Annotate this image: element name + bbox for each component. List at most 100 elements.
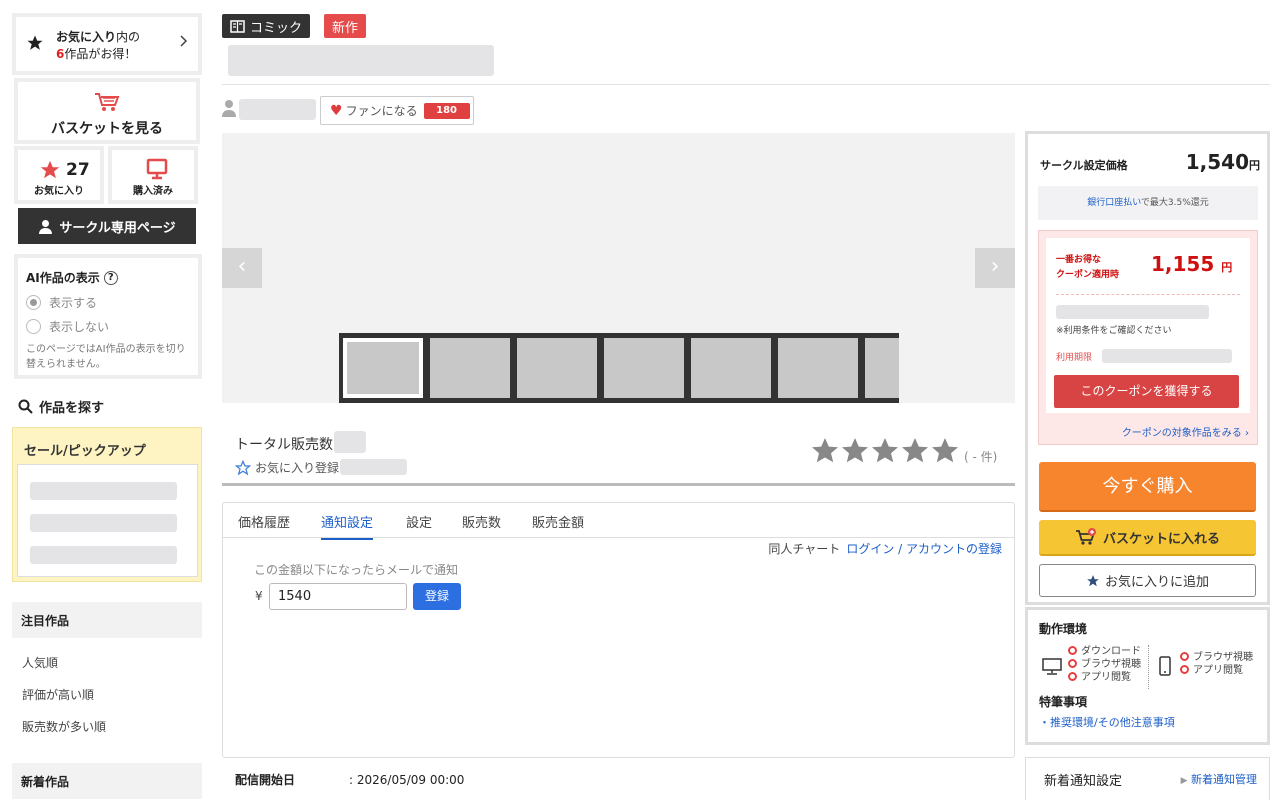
tab-bar: 価格履歴 通知設定 設定 販売数 販売金額 xyxy=(223,503,1014,540)
chevron-right-icon: › xyxy=(1245,428,1249,439)
radio-unselected-icon xyxy=(26,319,41,334)
category-tag-comic[interactable]: コミック xyxy=(222,14,311,38)
sale-item-placeholder[interactable] xyxy=(30,514,177,532)
circle-page-label: サークル専用ページ xyxy=(59,220,176,236)
new-notify-manage-label: 新着通知管理 xyxy=(1191,773,1257,786)
sort-popular-link[interactable]: 人気順 xyxy=(22,654,58,671)
search-works-heading[interactable]: 作品を探す xyxy=(18,397,104,416)
divider xyxy=(1056,294,1240,295)
fan-count-badge: 180 xyxy=(423,102,470,119)
tab-settings[interactable]: 設定 xyxy=(406,512,432,531)
gallery-next-button[interactable]: › xyxy=(975,248,1015,288)
env-item: アプリ閲覧 xyxy=(1068,671,1141,684)
divider xyxy=(1148,645,1149,689)
circle-check-icon xyxy=(1068,646,1077,655)
star-icon xyxy=(1087,574,1099,586)
new-notify-settings: 新着通知設定 ▶ 新着通知管理 xyxy=(1025,757,1270,800)
become-fan-button[interactable]: ♥ ファンになる 180 xyxy=(320,96,474,125)
new-notify-manage-link[interactable]: ▶ 新着通知管理 xyxy=(1181,771,1257,787)
special-notes-title: 特筆事項 xyxy=(1039,695,1088,709)
yen-unit: 円 xyxy=(1221,261,1233,274)
tab-price-history[interactable]: 価格履歴 xyxy=(238,512,290,531)
tab-sales-amount[interactable]: 販売金額 xyxy=(532,512,584,531)
new-badge: 新作 xyxy=(324,14,367,38)
radio-selected-icon xyxy=(26,295,41,310)
price-tracking-panel: 価格履歴 通知設定 設定 販売数 販売金額 同人チャート ログイン / アカウント… xyxy=(222,502,1015,758)
ai-hide-radio[interactable]: 表示しない xyxy=(26,318,109,335)
coupon-target-link[interactable]: クーポンの対象作品をみる › xyxy=(1122,424,1249,439)
coupon-expiry-label: 利用期限 xyxy=(1056,353,1093,363)
env-item-label: ブラウザ視聴 xyxy=(1081,659,1141,670)
smartphone-icon xyxy=(1159,656,1171,676)
view-basket-button[interactable]: バスケットを見る xyxy=(14,78,200,144)
bank-payment-note: 銀行口座払いで最大3.5%還元 xyxy=(1038,186,1258,220)
pc-environment-list: ダウンロード ブラウザ視聴 アプリ閲覧 xyxy=(1068,645,1141,684)
sale-item-placeholder[interactable] xyxy=(30,482,177,500)
monitor-icon xyxy=(146,158,168,180)
cart-add-icon xyxy=(1075,528,1096,545)
coupon-name-placeholder xyxy=(1056,305,1209,319)
sale-pickup-list xyxy=(17,464,198,577)
search-icon xyxy=(18,399,33,414)
login-register-link[interactable]: ログイン / アカウントの登録 xyxy=(846,542,1002,556)
add-to-basket-label: バスケットに入れる xyxy=(1102,531,1220,547)
tab-notify-settings[interactable]: 通知設定 xyxy=(321,512,374,540)
work-title-placeholder xyxy=(228,45,494,76)
get-coupon-button[interactable]: このクーポンを獲得する xyxy=(1054,375,1239,408)
register-button[interactable]: 登録 xyxy=(413,583,461,610)
rating-count: ( - 件) xyxy=(964,449,998,464)
doujin-chart-row: 同人チャート ログイン / アカウントの登録 xyxy=(768,540,1002,557)
thumbnail[interactable] xyxy=(604,338,684,398)
promo-line-1: お気に入り内の xyxy=(56,30,141,44)
help-icon[interactable]: ? xyxy=(103,270,118,285)
rating-stars: ( - 件) xyxy=(810,436,997,466)
favorites-promo-banner[interactable]: お気に入り内の 6作品がお得！ xyxy=(12,13,202,75)
sale-item-placeholder[interactable] xyxy=(30,546,177,564)
price-label: サークル設定価格 xyxy=(1040,159,1128,172)
environment-title: 動作環境 xyxy=(1039,622,1088,636)
ai-display-title: AI作品の表示? xyxy=(26,269,118,286)
price-threshold-input[interactable] xyxy=(269,583,407,610)
bank-payment-rest: で最大3.5%還元 xyxy=(1140,198,1209,208)
release-date-value: : 2026/05/09 00:00 xyxy=(349,773,465,787)
comic-tag-label: コミック xyxy=(250,20,303,36)
thumbnail-strip xyxy=(339,333,899,403)
thumbnail[interactable] xyxy=(343,338,423,398)
gallery-prev-button[interactable]: ‹ xyxy=(222,248,262,288)
env-item: ブラウザ視聴 xyxy=(1180,651,1253,664)
sort-sales-link[interactable]: 販売数が多い順 xyxy=(22,718,106,735)
recommended-env-link[interactable]: ・推奨環境/その他注意事項 xyxy=(1039,714,1175,730)
thumbnail[interactable] xyxy=(865,338,899,398)
price-amount: 1,540 xyxy=(1185,150,1249,174)
star-rating-icon xyxy=(812,438,958,463)
coupon-expiry-placeholder xyxy=(1102,349,1232,363)
image-gallery: ‹ › xyxy=(222,133,1015,403)
add-to-favorites-button[interactable]: お気に入りに追加 xyxy=(1039,564,1256,597)
circle-name-placeholder[interactable] xyxy=(239,99,316,120)
coupon-best-line1: 一番お得な xyxy=(1056,255,1102,265)
purchased-button[interactable]: 購入済み xyxy=(108,146,198,204)
favorites-button[interactable]: 27 お気に入り xyxy=(14,146,104,204)
thumbnail[interactable] xyxy=(430,338,510,398)
tab-sales-count[interactable]: 販売数 xyxy=(462,512,501,531)
fan-label: ファンになる xyxy=(345,104,418,118)
add-to-basket-button[interactable]: バスケットに入れる xyxy=(1039,520,1256,556)
sort-rating-link[interactable]: 評価が高い順 xyxy=(22,686,94,703)
thumbnail[interactable] xyxy=(691,338,771,398)
bank-payment-link[interactable]: 銀行口座払い xyxy=(1087,198,1141,208)
buy-now-button[interactable]: 今すぐ購入 xyxy=(1039,462,1256,512)
user-icon xyxy=(222,100,236,117)
thumbnail[interactable] xyxy=(778,338,858,398)
favorite-registrations: お気に入り登録 xyxy=(235,459,339,476)
ai-show-radio[interactable]: 表示する xyxy=(26,294,97,311)
cart-icon xyxy=(95,93,120,111)
circle-check-icon xyxy=(1068,659,1077,668)
env-item-label: アプリ閲覧 xyxy=(1081,672,1131,683)
add-to-favorites-label: お気に入りに追加 xyxy=(1104,575,1209,590)
env-item-label: ダウンロード xyxy=(1081,646,1141,657)
thumbnail[interactable] xyxy=(517,338,597,398)
coupon-price-amount: 1,155 xyxy=(1151,252,1215,276)
sp-environment-list: ブラウザ視聴 アプリ閲覧 xyxy=(1180,651,1253,677)
circle-page-button[interactable]: サークル専用ページ xyxy=(18,208,196,244)
sale-pickup-title: セール/ピックアップ xyxy=(24,444,146,459)
